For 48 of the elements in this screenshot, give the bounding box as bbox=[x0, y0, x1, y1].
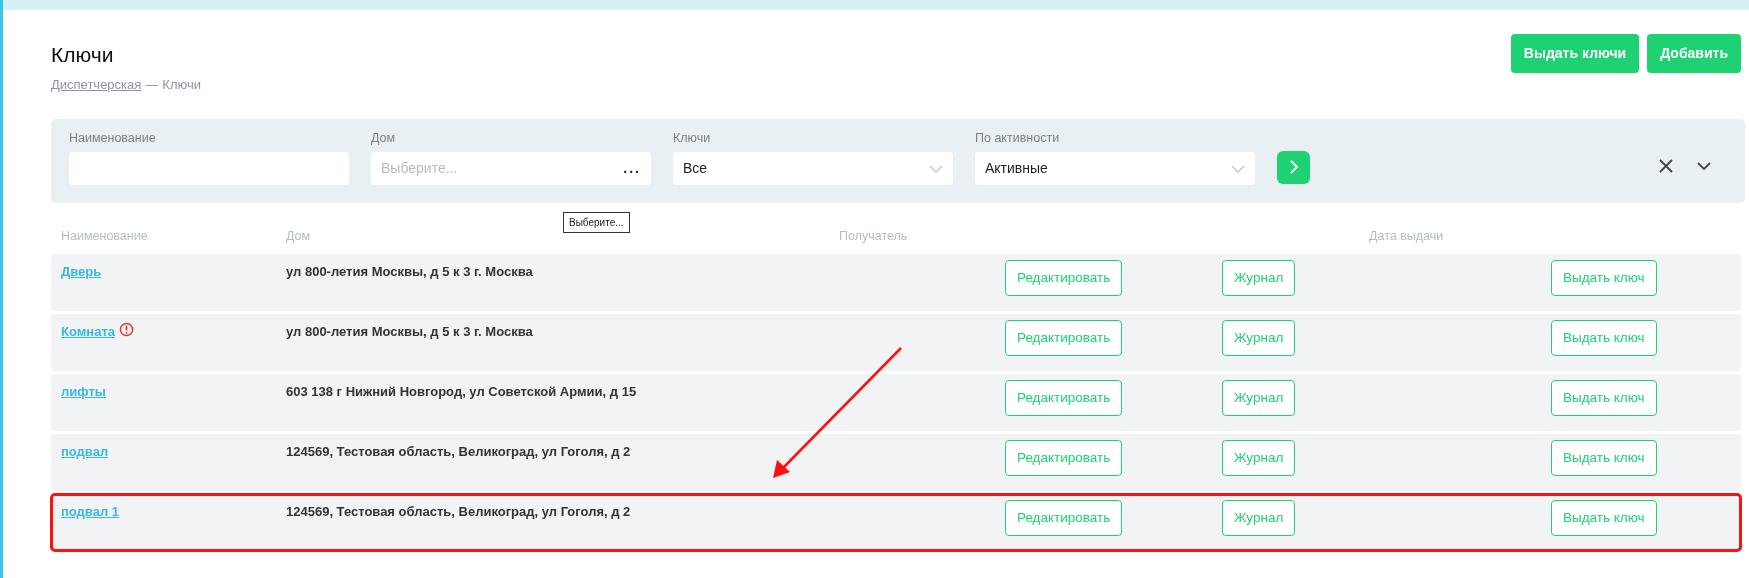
key-name-link[interactable]: лифты bbox=[61, 382, 106, 402]
key-name-link[interactable]: подвал bbox=[61, 442, 109, 462]
close-icon[interactable] bbox=[1659, 158, 1673, 173]
journal-button[interactable]: Журнал bbox=[1222, 500, 1296, 537]
filter-label: Ключи bbox=[673, 129, 712, 147]
select-dropdown[interactable]: Все bbox=[673, 152, 953, 186]
filter-label: По активности bbox=[975, 129, 1061, 147]
edit-button[interactable]: Редактировать bbox=[1005, 260, 1123, 297]
column-header: Получатель bbox=[839, 228, 909, 246]
house-address: 603 138 г Нижний Новгород, ул Советской Армии, д 15 bbox=[286, 383, 638, 402]
issue-key-button[interactable]: Выдать ключ bbox=[1551, 500, 1657, 537]
house-picker[interactable]: Выберите... ... bbox=[371, 152, 651, 186]
edit-button[interactable]: Редактировать bbox=[1005, 440, 1123, 477]
column-header: Дом bbox=[286, 228, 312, 246]
journal-button[interactable]: Журнал bbox=[1222, 380, 1296, 417]
house-address: ул 800-летия Москвы, д 5 к 3 г. Москва bbox=[286, 263, 534, 282]
key-name-link[interactable]: Дверь bbox=[61, 262, 102, 282]
chevron-down-icon bbox=[1231, 164, 1245, 173]
filter-label: Дом bbox=[371, 129, 397, 147]
issue-key-button[interactable]: Выдать ключ bbox=[1551, 320, 1657, 357]
key-name-link[interactable]: Комната bbox=[61, 322, 115, 342]
issue-key-button[interactable]: Выдать ключ bbox=[1551, 380, 1657, 417]
issue-key-button[interactable]: Выдать ключ bbox=[1551, 440, 1657, 477]
edit-button[interactable]: Редактировать bbox=[1005, 380, 1123, 417]
select-dropdown[interactable]: Активные bbox=[975, 152, 1255, 186]
journal-button[interactable]: Журнал bbox=[1222, 320, 1296, 357]
issue-keys-button[interactable]: Выдать ключи bbox=[1510, 34, 1640, 73]
journal-button[interactable]: Журнал bbox=[1222, 440, 1296, 477]
breadcrumb-current: Ключи bbox=[162, 76, 201, 95]
breadcrumb-link[interactable]: Диспетчерская bbox=[51, 75, 142, 95]
issue-key-button[interactable]: Выдать ключ bbox=[1551, 260, 1657, 297]
chevron-down-icon bbox=[929, 164, 943, 173]
chevron-right-icon bbox=[1288, 159, 1299, 176]
tooltip: Выберите... bbox=[563, 211, 630, 233]
key-name-link[interactable]: подвал 1 bbox=[61, 502, 120, 522]
journal-button[interactable]: Журнал bbox=[1222, 260, 1296, 297]
page-title: Ключи bbox=[51, 42, 115, 68]
breadcrumb-separator: — bbox=[145, 76, 159, 95]
column-header: Дата выдачи bbox=[1369, 228, 1445, 246]
house-address: ул 800-летия Москвы, д 5 к 3 г. Москва bbox=[286, 323, 534, 342]
column-header: Наименование bbox=[61, 228, 149, 246]
house-address: 124569, Тестовая область, Великоград, ул Гоголя, д 2 bbox=[286, 443, 632, 462]
filter-label: Наименование bbox=[69, 129, 157, 147]
house-address: 124569, Тестовая область, Великоград, ул Гоголя, д 2 bbox=[286, 503, 632, 522]
edit-button[interactable]: Редактировать bbox=[1005, 500, 1123, 537]
edit-button[interactable]: Редактировать bbox=[1005, 320, 1123, 357]
chevron-down-icon[interactable] bbox=[1697, 161, 1711, 170]
add-button[interactable]: Добавить bbox=[1647, 34, 1741, 73]
